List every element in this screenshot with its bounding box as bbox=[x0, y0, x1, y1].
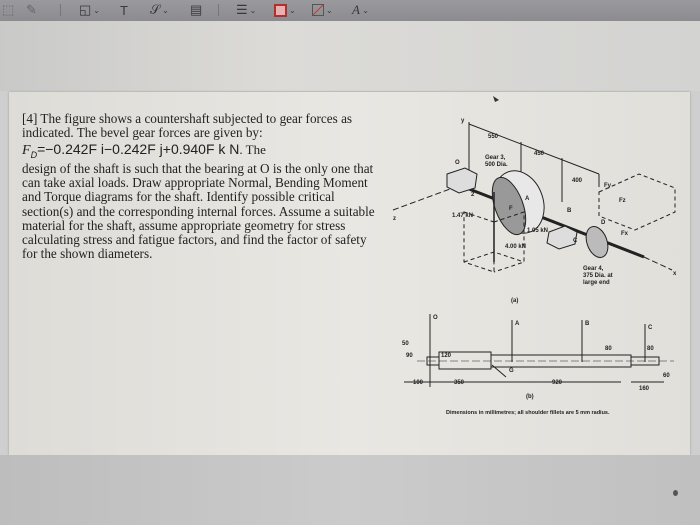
selection-icon: ⬚ bbox=[2, 2, 15, 17]
axis-label-y: y bbox=[461, 118, 465, 124]
border-color-button[interactable]: ⌄ bbox=[274, 2, 296, 18]
shapes-icon: ◱ bbox=[79, 2, 92, 17]
chevron-down-icon: ⌄ bbox=[249, 5, 257, 15]
text-tool-button[interactable]: T bbox=[120, 2, 128, 18]
text-style-button[interactable]: A ⌄ bbox=[352, 2, 369, 18]
isometric-view bbox=[392, 122, 676, 273]
text-icon: T bbox=[120, 2, 128, 18]
pen-icon: ✎ bbox=[26, 2, 37, 17]
diameter-80-b: 80 bbox=[605, 346, 612, 352]
figure-b-caption: (b) bbox=[526, 394, 534, 400]
point-b-label: B bbox=[567, 208, 572, 214]
border-color-icon bbox=[274, 3, 287, 17]
fill-color-icon bbox=[312, 4, 324, 16]
chevron-down-icon: ⌄ bbox=[162, 5, 169, 15]
viewer-background bbox=[0, 21, 700, 91]
fillet-g-label: G bbox=[509, 368, 514, 374]
force-fy-label: Fy bbox=[604, 183, 612, 189]
figure-a-caption: (a) bbox=[511, 298, 518, 304]
point-f-label: F bbox=[509, 206, 513, 212]
diameter-60: 60 bbox=[663, 373, 670, 379]
chevron-down-icon: ⌄ bbox=[289, 5, 296, 15]
label-2: 2 bbox=[471, 192, 475, 198]
line-style-icon: ☰ bbox=[236, 2, 248, 17]
dimension-550: 550 bbox=[488, 134, 499, 140]
select-tool-button[interactable]: ⬚ bbox=[2, 2, 14, 18]
gear4-note: large end bbox=[583, 280, 610, 286]
point-a-label: A bbox=[525, 196, 530, 202]
station-o-label: O bbox=[433, 315, 438, 321]
fill-color-button[interactable]: ⌄ bbox=[312, 2, 333, 18]
point-d-label: D bbox=[601, 220, 606, 226]
diameter-120: 120 bbox=[441, 353, 452, 359]
toolbar-divider bbox=[218, 4, 219, 16]
line-style-button[interactable]: ☰ ⌄ bbox=[236, 2, 256, 18]
point-o-label: O bbox=[455, 160, 460, 166]
bearing-o bbox=[446, 167, 478, 194]
draw-tool-button[interactable]: ✎ bbox=[26, 2, 37, 18]
shaft-dimension-view bbox=[404, 314, 674, 387]
station-c-label: C bbox=[648, 325, 653, 331]
chevron-down-icon: ⌄ bbox=[326, 5, 333, 15]
countershaft-figure: y z x 550 450 400 Gear 3, 500 Dia. O A B… bbox=[392, 96, 677, 416]
length-160: 160 bbox=[639, 386, 650, 392]
note-icon: ▤ bbox=[190, 2, 203, 17]
markup-toolbar: ⬚ ✎ ◱ ⌄ T 𝒮 ⌄ ▤ ☰ ⌄ ⌄ ⌄ A ⌄ bbox=[0, 0, 700, 21]
gear4-label: Gear 4, bbox=[583, 266, 604, 272]
gear4-diameter: 375 Dia. at bbox=[583, 273, 613, 279]
mouse-cursor-icon bbox=[493, 96, 499, 102]
diameter-80-c: 80 bbox=[647, 346, 654, 352]
length-100: 100 bbox=[413, 380, 424, 386]
length-920: 920 bbox=[552, 380, 563, 386]
toolbar-divider bbox=[60, 4, 61, 16]
font-icon: A bbox=[352, 2, 360, 17]
gear3-diameter: 500 Dia. bbox=[485, 162, 508, 168]
gear3-label: Gear 3, bbox=[485, 155, 506, 161]
cursor-dot bbox=[673, 490, 678, 496]
dimensions-note: Dimensions in millimetres; all shoulder … bbox=[446, 410, 610, 416]
viewer-background-bottom bbox=[0, 455, 700, 525]
shapes-button[interactable]: ◱ ⌄ bbox=[79, 2, 100, 18]
gear-4 bbox=[585, 226, 609, 258]
document-page: [4] The figure shows a countershaft subj… bbox=[9, 92, 690, 455]
length-350: 350 bbox=[454, 380, 465, 386]
force-4-00kn: 4.00 kN bbox=[505, 244, 526, 250]
sign-button[interactable]: 𝒮 ⌄ bbox=[150, 2, 169, 18]
force-fz-label: Fz bbox=[619, 198, 626, 204]
force-1-05kn: 1.05 kN bbox=[527, 228, 548, 234]
force-fx-label: Fx bbox=[621, 231, 629, 237]
chevron-down-icon: ⌄ bbox=[361, 5, 369, 15]
dimension-450: 450 bbox=[534, 151, 545, 157]
x-axis-line bbox=[643, 256, 673, 271]
chevron-down-icon: ⌄ bbox=[93, 5, 100, 15]
dimension-400: 400 bbox=[572, 178, 583, 184]
point-c-label: C bbox=[573, 238, 578, 244]
station-a-label: A bbox=[515, 321, 520, 327]
axis-label-x: x bbox=[673, 271, 677, 277]
axis-label-z: z bbox=[393, 216, 396, 222]
station-b-label: B bbox=[585, 321, 590, 327]
note-button[interactable]: ▤ bbox=[190, 2, 202, 18]
diameter-50: 50 bbox=[402, 341, 409, 347]
signature-icon: 𝒮 bbox=[150, 2, 161, 17]
diameter-90: 90 bbox=[406, 353, 413, 359]
force-1-47kn: 1.47 kN bbox=[452, 213, 473, 219]
